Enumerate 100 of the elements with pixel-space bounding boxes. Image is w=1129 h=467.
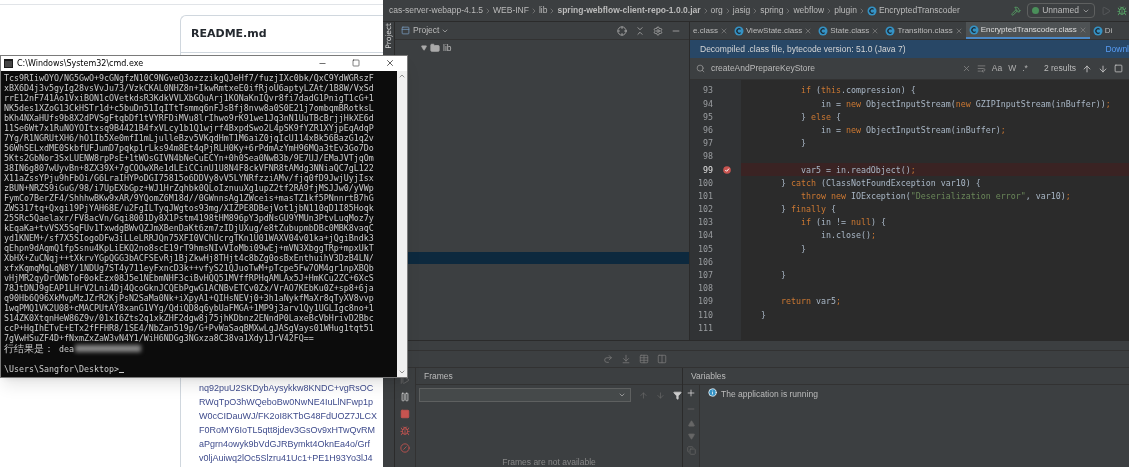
line-number: 95 [702,110,713,124]
up-arrow-icon[interactable] [639,390,649,400]
code-line: in.close(); [819,229,877,243]
wrap-icon[interactable] [976,64,986,73]
download-link[interactable]: Downl [1105,42,1129,56]
down-triangle-icon[interactable] [687,433,695,440]
editor-tab[interactable]: Di [1089,22,1116,39]
pause-icon[interactable] [400,392,410,402]
copy-icon[interactable] [686,446,696,455]
line-number: 102 [697,203,713,216]
stop-icon[interactable] [400,409,410,419]
output-line: ccP+HqIhETvE+ETx2fFFHR8/1SE4/NbZan519p/G+PvWaSaqBMXwLgJASgVays01WHug1tqt51 [4,323,374,333]
output-line: 25SRc5Qaelaxr/FV8acVn/Gqi8001Dy8X1Pstm4198tHM896pY3pdNsGU9YMUn3PtvLuqMoz7y [4,213,374,223]
output-line: 78JtDNJ9gEAP1LHrV2Lni4Dj4QcoGknJCQEbPgwG1ACNBvETCv0Zx/VrAO7KEbKu0Z+sp8+6ja [4,283,374,293]
hammer-icon[interactable] [1011,5,1022,16]
breadcrumb-item[interactable]: spring-webflow-client-repo-1.0.0.jar [557,4,701,17]
search-icon [696,64,705,73]
line-number: 99 [702,163,713,176]
square-icon[interactable] [1114,64,1123,73]
down-arrow-icon[interactable] [656,390,666,400]
breadcrumb-item[interactable]: cas-server-webapp-4.1.5 [389,4,483,17]
info-icon [708,388,717,397]
collapse-icon[interactable] [635,25,645,36]
breadcrumb-item[interactable]: jasig [732,4,751,17]
editor-tab[interactable]: Transition.class [882,22,966,39]
close-icon[interactable] [385,58,395,68]
line-number: 103 [697,216,713,229]
breadcrumb-item[interactable]: WEB-INF [493,4,529,17]
breadcrumb-item[interactable]: EncryptedTranscoder [866,4,960,17]
search-field[interactable]: createAndPrepareKeyStore [711,62,931,75]
line-number: 106 [697,255,713,269]
run-config-dropdown[interactable]: Unnamed [1027,3,1095,18]
breadcrumb-item[interactable]: plugin [834,4,857,17]
editor-tab[interactable]: ViewState.class [730,22,816,39]
code-line: if (in != null) { [799,216,887,230]
class-file-icon [1092,25,1103,36]
output-line: kEqaKa+tvVSX5SqFUv1TxwdgBWvQZJmXBenDaKt6zm7zIDjUXug/e8tZubupmbDBc0MBK8vaqC [4,223,374,233]
columns-icon[interactable] [657,354,667,364]
curved-arrow-icon[interactable] [603,354,613,364]
filter-icon[interactable] [673,390,682,400]
settings-icon[interactable] [653,25,663,36]
code-line: } [799,242,807,256]
output-line: q90Hb6Q96XkMvpMzJZrR2KjPsN2SaMa0Nk+iXpyA1+QIHsNEVj0+3h1aNykfMaXr8qTyXV8vvp [4,293,374,303]
code-line: } [759,308,767,322]
content-line: nq92puU2SKDybAysykkw8KNDC+vgRsOC [199,382,374,395]
breadcrumb-item[interactable]: org [710,4,723,17]
output-line: zBUN+NRZS9iGuG/98/i7UpEXbGpz+WJ1HrZqhbk0QLoIznuuXg1upZ2tf2RA9fjMSJJw0/yVWp [4,183,374,193]
class-file-icon [818,25,829,36]
down-arrow-icon[interactable] [621,354,631,364]
table-icon[interactable] [639,354,649,364]
breakpoints-icon[interactable] [400,426,410,436]
line-number: 104 [697,229,713,242]
panel-title: Frames [424,369,453,383]
editor-tab[interactable]: EncryptedTranscoder.class [965,22,1090,39]
status-message: The application is running [721,388,818,401]
previous-icon[interactable] [1082,63,1092,74]
code-line: } finally { [779,203,837,216]
output-line: qEhpn9dAqmQ1fpSsnu4KpLiEKQ2no8scE19rT9hmsNIvVIoMbi09wEj+mVN3XbggTRp+mpxUkT [4,243,374,253]
mute-icon[interactable] [400,443,410,453]
breadcrumb-item[interactable]: webflow [793,4,825,17]
expand-triangle-icon[interactable] [421,45,427,51]
editor-tab[interactable]: State.class [815,22,883,39]
panel-title-button[interactable]: Project [413,24,450,37]
output-line: S14ZK0XtqnHeW86Z9v/01xI6Zts2q1xkZHF2dgw8j75jhKDbnz2ENndP0LaxeBcVbHrivD2Bbc [4,313,374,323]
breakpoint-icon[interactable] [723,165,731,174]
clear-icon[interactable] [961,64,971,73]
next-icon[interactable] [1098,63,1108,74]
line-number: 109 [697,295,713,308]
search-toggle[interactable]: .* [1022,62,1028,75]
code-line: in = new ObjectInputStream(new GZIPInputStream(inBuffer)); [819,97,1112,111]
maximize-icon[interactable] [352,59,360,67]
output-line: 56WhSELxdME0SkbfUFJumD7pqkp1rLks94m8Et4qPjRLH0Ky+6rPdmAzYmH96MQa3tEv3Go7Do [4,143,374,153]
output-line: Tcs9RIiwOYO/NG5GwO+9cGNgfzN10C9NGveQ3ozzzikgQJeHf7/fuzjIXc0bk/QxC9YdWGRszF [4,73,374,83]
content-line: v0ljAuiwq2lOc5Slzru41Uc1+PE1H93Yo3lJ4 [199,452,373,465]
output-line: 11Se6Wt7x1RuNOYOItxsq9B4421B4fxVLcy1b1Q1wjrf4BxpdSwo2L4pSK9fYZR1XYjpEqAdqP [4,123,374,133]
code-line: } [799,137,807,150]
output-line: 1wqPMQ1VK2U08+cMACPUtAY8xanG1VYg/QdiQD8q6ybUaFMGA+1MP9j3arv1Qy1UGLIgc8no+1 [4,303,374,313]
editor-tab[interactable]: e.class [690,22,731,39]
thread-dropdown[interactable] [419,388,632,402]
line-number: 97 [702,137,713,150]
search-toggle[interactable]: Aa [991,62,1003,75]
output-line: XbHX+ZuCNqj++tXkrvYGpQGG3bACFSEvRj1BjZkwHj8THjt4c8bZg0osBxEnthuihV3DzB4LN/ [4,253,374,263]
crosshair-icon[interactable] [617,25,627,36]
breadcrumb-item[interactable]: lib [538,4,548,17]
class-file-icon [885,25,896,36]
code-line: throw new IOException("Deserialization error", var10); [799,189,1072,203]
breadcrumb-item[interactable]: spring [760,4,784,17]
panel-title: Variables [691,369,726,383]
output-line: vHjMR2qyDrOWbToF0okEzx08J5e1NEbmNHF3ciBvHQQ51MVffRPHqAMLAx5J+HmKCu2ZC+6XcS [4,273,374,283]
add-icon[interactable] [686,388,696,398]
line-number: 107 [697,269,713,282]
search-toggle[interactable]: W [1008,62,1017,75]
resume-icon[interactable] [400,375,410,385]
bug-icon[interactable] [1117,5,1127,16]
line-number: 96 [702,123,713,137]
up-triangle-icon[interactable] [687,420,695,427]
tree-item[interactable]: lib [395,40,689,56]
folder-icon [430,43,440,53]
redaction-blur [75,345,141,352]
content-line: aPgrn4owyk9bVdGJRBymkt4OknEa4o/Grf [199,438,371,451]
